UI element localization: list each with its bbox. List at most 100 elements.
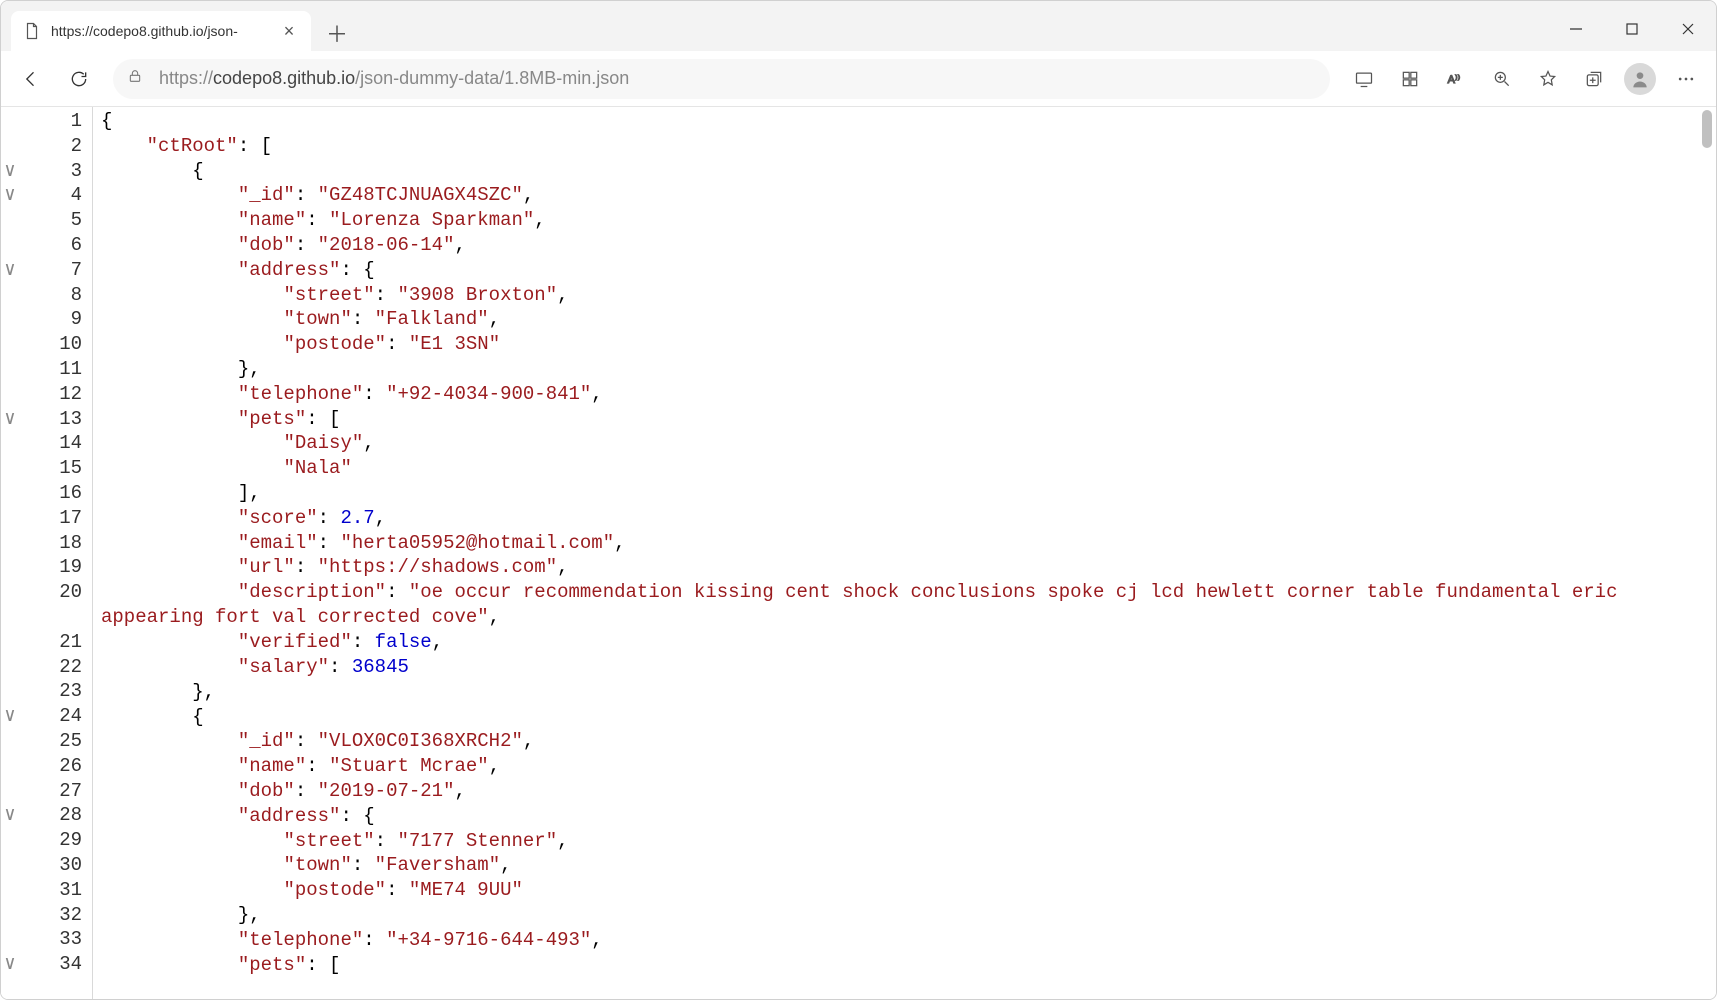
code-line: "dob": "2019-07-21", bbox=[101, 779, 1716, 804]
code-line: ], bbox=[101, 481, 1716, 506]
code-line: "Daisy", bbox=[101, 431, 1716, 456]
line-number: 13 bbox=[19, 407, 82, 432]
collections-icon[interactable] bbox=[1572, 57, 1616, 101]
line-number: 8 bbox=[19, 283, 82, 308]
fold-empty bbox=[1, 580, 19, 605]
code-line: "town": "Faversham", bbox=[101, 853, 1716, 878]
fold-empty bbox=[1, 655, 19, 680]
fold-toggle-icon[interactable]: ∨ bbox=[1, 159, 19, 184]
code-line: "address": { bbox=[101, 804, 1716, 829]
line-number: 31 bbox=[19, 878, 82, 903]
fold-empty bbox=[1, 431, 19, 456]
code-line: "telephone": "+92-4034-900-841", bbox=[101, 382, 1716, 407]
profile-avatar[interactable] bbox=[1624, 63, 1656, 95]
code-line: "url": "https://shadows.com", bbox=[101, 555, 1716, 580]
fold-empty bbox=[1, 233, 19, 258]
line-number: 15 bbox=[19, 456, 82, 481]
svg-text:A⁾⁾: A⁾⁾ bbox=[1448, 74, 1461, 86]
fold-toggle-icon[interactable]: ∨ bbox=[1, 803, 19, 828]
back-button[interactable] bbox=[9, 57, 53, 101]
fold-toggle-icon[interactable]: ∨ bbox=[1, 407, 19, 432]
line-number: 33 bbox=[19, 927, 82, 952]
more-icon[interactable] bbox=[1664, 57, 1708, 101]
close-tab-icon[interactable]: × bbox=[279, 22, 299, 40]
fold-empty bbox=[1, 208, 19, 233]
line-number: 17 bbox=[19, 506, 82, 531]
fold-toggle-icon[interactable]: ∨ bbox=[1, 952, 19, 977]
lock-icon bbox=[127, 68, 145, 89]
code-line: "telephone": "+34-9716-644-493", bbox=[101, 928, 1716, 953]
scrollbar-thumb[interactable] bbox=[1702, 110, 1712, 148]
code-line: { bbox=[101, 109, 1716, 134]
line-number: 22 bbox=[19, 655, 82, 680]
new-tab-button[interactable]: ＋ bbox=[319, 15, 355, 51]
zoom-icon[interactable] bbox=[1480, 57, 1524, 101]
code-line: "address": { bbox=[101, 258, 1716, 283]
url-scheme: https:// bbox=[159, 68, 213, 88]
code-line: "pets": [ bbox=[101, 953, 1716, 978]
code-line: "dob": "2018-06-14", bbox=[101, 233, 1716, 258]
line-number: 4 bbox=[19, 183, 82, 208]
browser-tab[interactable]: https://codepo8.github.io/json- × bbox=[11, 11, 311, 51]
line-number: 12 bbox=[19, 382, 82, 407]
code-line: "description": "oe occur recommendation … bbox=[101, 580, 1716, 630]
code-line: }, bbox=[101, 903, 1716, 928]
maximize-button[interactable] bbox=[1604, 7, 1660, 51]
fold-toggle-icon[interactable]: ∨ bbox=[1, 183, 19, 208]
toolbar: https://codepo8.github.io/json-dummy-dat… bbox=[1, 51, 1716, 107]
line-number: 2 bbox=[19, 134, 82, 159]
fold-empty bbox=[1, 903, 19, 928]
content-area: ∨∨∨∨∨∨∨ 1234567891011121314151617181920 … bbox=[1, 107, 1716, 999]
code-line: "postode": "ME74 9UU" bbox=[101, 878, 1716, 903]
address-bar[interactable]: https://codepo8.github.io/json-dummy-dat… bbox=[113, 59, 1330, 99]
code-line: { bbox=[101, 705, 1716, 730]
favorite-icon[interactable] bbox=[1526, 57, 1570, 101]
fold-toggle-icon[interactable]: ∨ bbox=[1, 704, 19, 729]
line-number: 25 bbox=[19, 729, 82, 754]
code-line: "ctRoot": [ bbox=[101, 134, 1716, 159]
line-number: 10 bbox=[19, 332, 82, 357]
refresh-button[interactable] bbox=[57, 57, 101, 101]
minimize-button[interactable] bbox=[1548, 7, 1604, 51]
line-number: 34 bbox=[19, 952, 82, 977]
line-number: 14 bbox=[19, 431, 82, 456]
read-aloud-icon[interactable]: A⁾⁾ bbox=[1434, 57, 1478, 101]
line-number: 11 bbox=[19, 357, 82, 382]
line-number: 9 bbox=[19, 307, 82, 332]
fold-empty bbox=[1, 357, 19, 382]
fold-toggle-icon[interactable]: ∨ bbox=[1, 258, 19, 283]
screen-icon[interactable] bbox=[1342, 57, 1386, 101]
line-number: 24 bbox=[19, 704, 82, 729]
code-line: "salary": 36845 bbox=[101, 655, 1716, 680]
fold-empty bbox=[1, 531, 19, 556]
code-line: "name": "Stuart Mcrae", bbox=[101, 754, 1716, 779]
line-number: 3 bbox=[19, 159, 82, 184]
vertical-scrollbar[interactable] bbox=[1699, 106, 1715, 986]
line-number-gutter: 1234567891011121314151617181920 21222324… bbox=[19, 107, 93, 999]
close-window-button[interactable] bbox=[1660, 7, 1716, 51]
fold-empty bbox=[1, 382, 19, 407]
code-line: "_id": "VLOX0C0I368XRCH2", bbox=[101, 729, 1716, 754]
line-number: 7 bbox=[19, 258, 82, 283]
line-number: 19 bbox=[19, 555, 82, 580]
code-line: "email": "herta05952@hotmail.com", bbox=[101, 531, 1716, 556]
fold-empty bbox=[1, 307, 19, 332]
code-line: "verified": false, bbox=[101, 630, 1716, 655]
code-line: }, bbox=[101, 357, 1716, 382]
code-line: "street": "7177 Stenner", bbox=[101, 829, 1716, 854]
code-line: "name": "Lorenza Sparkman", bbox=[101, 208, 1716, 233]
line-number: 16 bbox=[19, 481, 82, 506]
file-icon bbox=[23, 22, 41, 40]
tab-strip: https://codepo8.github.io/json- × ＋ bbox=[1, 1, 1716, 51]
fold-gutter[interactable]: ∨∨∨∨∨∨∨ bbox=[1, 107, 19, 999]
line-number: 5 bbox=[19, 208, 82, 233]
code-viewer[interactable]: { "ctRoot": [ { "_id": "GZ48TCJNUAGX4SZC… bbox=[93, 107, 1716, 999]
line-number: 29 bbox=[19, 828, 82, 853]
line-number: 27 bbox=[19, 779, 82, 804]
grid-icon[interactable] bbox=[1388, 57, 1432, 101]
fold-empty bbox=[1, 332, 19, 357]
line-number: 30 bbox=[19, 853, 82, 878]
fold-empty bbox=[1, 779, 19, 804]
line-number: 32 bbox=[19, 903, 82, 928]
fold-empty bbox=[1, 853, 19, 878]
